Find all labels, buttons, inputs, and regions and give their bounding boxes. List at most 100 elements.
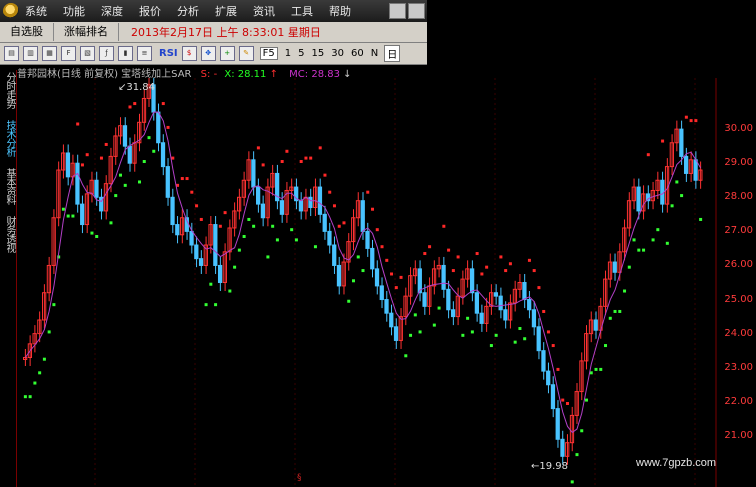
maximize-button[interactable] — [408, 3, 425, 19]
candle-body — [160, 142, 166, 168]
sar-dot — [461, 333, 465, 337]
f5-button[interactable]: F5 — [259, 47, 278, 60]
menu-info[interactable]: 资讯 — [253, 3, 275, 19]
formula-icon[interactable]: ƒ — [99, 46, 114, 61]
sar-dot — [166, 125, 170, 129]
sar-dot — [680, 194, 684, 198]
sar-dot — [71, 214, 75, 218]
menu-help[interactable]: 帮助 — [329, 3, 351, 19]
sar-dot — [556, 367, 560, 371]
period-n-button[interactable]: N — [371, 48, 378, 59]
candle-body — [379, 285, 384, 301]
period-15-button[interactable]: 15 — [312, 48, 325, 59]
sar-dot — [299, 160, 303, 164]
minimize-button[interactable] — [389, 3, 406, 19]
menu-tools[interactable]: 工具 — [291, 3, 313, 19]
menu-function[interactable]: 功能 — [63, 3, 85, 19]
vtab-technical[interactable]: 技术分析 — [1, 120, 15, 156]
sar-dot — [561, 398, 565, 402]
sar-dot — [646, 153, 650, 157]
sar-dot — [356, 255, 360, 259]
sar-dot — [237, 248, 241, 252]
candle-body — [127, 145, 132, 164]
sar-dot — [475, 252, 479, 256]
vtab-fundamentals[interactable]: 基本资料 — [1, 168, 15, 204]
grid-icon[interactable]: ▧ — [80, 46, 95, 61]
candle-body — [522, 282, 527, 301]
add-icon[interactable]: + — [219, 46, 235, 61]
candle-body — [446, 288, 451, 311]
candle-body — [370, 247, 375, 270]
chart-icon[interactable]: ▥ — [23, 46, 38, 61]
pencil-icon[interactable]: ✎ — [238, 46, 254, 61]
sar-dot — [442, 224, 446, 228]
sar-dot — [271, 224, 275, 228]
menu-system[interactable]: 系统 — [25, 3, 47, 19]
sar-dot — [133, 102, 137, 106]
candle-body — [170, 196, 175, 226]
sar-dot — [38, 371, 42, 375]
sar-dot — [90, 231, 94, 235]
candle-body — [322, 213, 327, 232]
sar-dot — [42, 357, 46, 361]
sar-dot — [366, 190, 370, 194]
candle-body — [493, 292, 499, 297]
candle-body — [393, 326, 399, 341]
period-1-button[interactable]: 1 — [285, 48, 291, 59]
sar-dot — [123, 183, 127, 187]
sar-dot — [670, 204, 674, 208]
period-day-button[interactable]: 日 — [384, 45, 401, 62]
candle-body — [374, 268, 380, 287]
table-icon[interactable]: ▦ — [42, 46, 57, 61]
sar-dot — [632, 238, 636, 242]
sar-dot — [699, 217, 703, 221]
vtab-financials[interactable]: 财务透视 — [1, 216, 15, 252]
sar-dot — [61, 207, 65, 211]
sar-dot — [33, 381, 37, 385]
sar-dot — [52, 303, 56, 307]
period-5-button[interactable]: 5 — [298, 48, 304, 59]
sar-dot — [656, 228, 660, 232]
menu-quote[interactable]: 报价 — [139, 3, 161, 19]
menu-extend[interactable]: 扩展 — [215, 3, 237, 19]
menu-analysis[interactable]: 分析 — [177, 3, 199, 19]
sar-dot — [318, 146, 322, 150]
period-30-button[interactable]: 30 — [331, 48, 344, 59]
sar-dot — [337, 224, 341, 228]
tab-gain-ranking[interactable]: 涨幅排名 — [54, 23, 119, 41]
sar-dot — [451, 269, 455, 273]
tab-watchlist[interactable]: 自选股 — [0, 23, 54, 41]
candle-body — [531, 309, 537, 328]
y-tick-label: 24.00 — [724, 327, 753, 339]
window-controls — [389, 3, 425, 19]
sar-dot — [380, 245, 384, 249]
candle-body — [636, 186, 641, 212]
sar-dot — [456, 255, 460, 259]
period-icon[interactable]: ▤ — [4, 46, 19, 61]
y-tick-label: 21.00 — [724, 429, 753, 441]
kline-chart[interactable] — [17, 78, 717, 487]
sar-dot — [623, 289, 627, 293]
vtab-intraday[interactable]: 分时走势 — [1, 72, 15, 108]
sar-dot — [313, 245, 317, 249]
candle-body — [450, 309, 456, 318]
dollar-icon[interactable]: $ — [181, 46, 197, 61]
sar-dot — [480, 272, 484, 276]
candle-body — [156, 111, 161, 144]
sar-dot — [147, 136, 151, 140]
rsi-button[interactable]: RSI — [159, 48, 178, 59]
f10-icon[interactable]: F — [61, 46, 76, 61]
candle-body — [555, 408, 560, 440]
sar-dot — [66, 214, 70, 218]
sar-dot — [309, 156, 313, 160]
sar-dot — [508, 262, 512, 266]
sar-dot — [261, 163, 265, 167]
candle-body — [479, 312, 484, 324]
kline-icon[interactable]: ▮ — [118, 46, 133, 61]
candle-body — [474, 292, 480, 314]
period-60-button[interactable]: 60 — [351, 48, 364, 59]
list-icon[interactable]: ≡ — [137, 46, 152, 61]
menu-depth[interactable]: 深度 — [101, 3, 123, 19]
move-icon[interactable]: ✥ — [200, 46, 216, 61]
sar-dot — [637, 248, 641, 252]
